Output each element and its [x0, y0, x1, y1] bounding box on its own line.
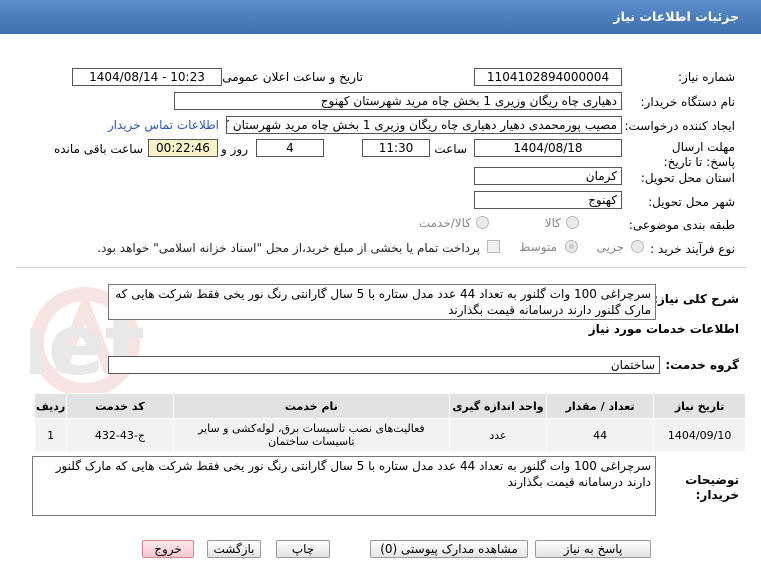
category-radio-goods-service[interactable] [476, 216, 489, 229]
reply-button[interactable]: پاسخ به نیاز [535, 540, 651, 558]
description-label: شرح کلی نیاز: [653, 292, 739, 306]
print-button[interactable]: چاپ [276, 540, 330, 558]
deadline-label: مهلت ارسال پاسخ: تا تاریخ: [663, 140, 735, 169]
service-group-label: گروه خدمت: [665, 358, 739, 372]
back-button[interactable]: بازگشت [207, 540, 261, 558]
table-header-row: تاریخ نیاز تعداد / مقدار واحد اندازه گیر… [33, 393, 746, 419]
cell-quantity: 44 [545, 418, 655, 452]
cell-need-date: 1404/09/10 [653, 418, 746, 452]
province-label: استان محل تحویل: [640, 171, 735, 185]
category-option-goods: کالا [544, 216, 561, 230]
creator-field: مصیب پورمحمدی دهیار دهیاری چاه ریگان وزی… [226, 116, 622, 134]
table-row: 1404/09/10 44 عدد فعالیت‌های نصب تاسیسات… [33, 418, 746, 452]
buyer-notes-label: توضیحات خریدار: [685, 473, 739, 502]
services-section-title: اطلاعات خدمات مورد نیاز [588, 322, 739, 336]
need-number-field: 1104102894000004 [474, 68, 622, 86]
deadline-date-field: 1404/08/18 [474, 139, 622, 157]
days-label: روز و [221, 142, 248, 156]
purchase-radio-minor[interactable] [631, 240, 644, 253]
time-label: ساعت [434, 142, 467, 156]
days-field: 4 [256, 139, 324, 157]
treasury-payment-checkbox[interactable] [487, 240, 500, 253]
divider [16, 267, 746, 268]
col-quantity: تعداد / مقدار [545, 393, 655, 419]
exit-button[interactable]: خروج [142, 540, 194, 558]
purchase-option-medium: متوسط [519, 240, 557, 254]
col-unit: واحد اندازه گیری [449, 393, 547, 419]
buyer-org-field: دهیاری چاه ریگان وزیری 1 بخش چاه مرید شه… [174, 92, 622, 110]
cell-row-number: 1 [33, 418, 68, 452]
contact-buyer-link[interactable]: اطلاعات تماس خریدار [108, 118, 219, 132]
col-need-date: تاریخ نیاز [653, 393, 746, 419]
purchase-radio-medium[interactable] [565, 240, 578, 253]
col-row-number: ردیف [33, 393, 68, 419]
city-field: کهنوج [474, 191, 622, 209]
category-radio-goods[interactable] [566, 216, 579, 229]
deadline-time-field: 11:30 [362, 139, 430, 157]
buyer-notes-textarea[interactable]: سرچراغی 100 وات گلنور به تعداد 44 عدد مد… [32, 456, 656, 516]
announce-label: تاریخ و ساعت اعلان عمومی: [218, 70, 363, 84]
page-title: جزئیات اطلاعات نیاز [613, 9, 739, 24]
creator-label: ایجاد کننده درخواست: [624, 119, 735, 133]
need-number-label: شماره نیاز: [678, 70, 735, 84]
cell-service-name: فعالیت‌های نصب تاسیسات برق، لوله‌کشی و س… [172, 418, 451, 452]
title-bar: جزئیات اطلاعات نیاز [0, 0, 761, 34]
purchase-option-minor: جزیی [596, 240, 624, 254]
city-label: شهر محل تحویل: [648, 195, 735, 209]
province-field: کرمان [474, 167, 622, 185]
services-table: تاریخ نیاز تعداد / مقدار واحد اندازه گیر… [33, 393, 746, 452]
attachments-button[interactable]: مشاهده مدارک پیوستی (0) [370, 540, 528, 558]
buyer-org-label: نام دستگاه خریدار: [640, 95, 736, 109]
category-label: طبقه بندی موضوعی: [628, 218, 735, 232]
col-service-code: کد خدمت [66, 393, 174, 419]
description-textarea[interactable]: سرچراغی 100 وات گلنور به تعداد 44 عدد مد… [108, 284, 656, 320]
remaining-label: ساعت باقی مانده [53, 142, 143, 156]
col-service-name: نام خدمت [172, 393, 451, 419]
cell-service-code: ج-43-432 [66, 418, 174, 452]
purchase-type-label: نوع فرآیند خرید : [650, 242, 735, 256]
payment-note: پرداخت تمام یا بخشی از مبلغ خرید،از محل … [97, 241, 480, 255]
countdown-timer: 00:22:46 [148, 139, 218, 157]
category-option-goods-service: کالا/خدمت [418, 216, 471, 230]
cell-unit: عدد [449, 418, 547, 452]
announce-field: 1404/08/14 - 10:23 [72, 68, 222, 86]
service-group-field: ساختمان [108, 356, 660, 374]
